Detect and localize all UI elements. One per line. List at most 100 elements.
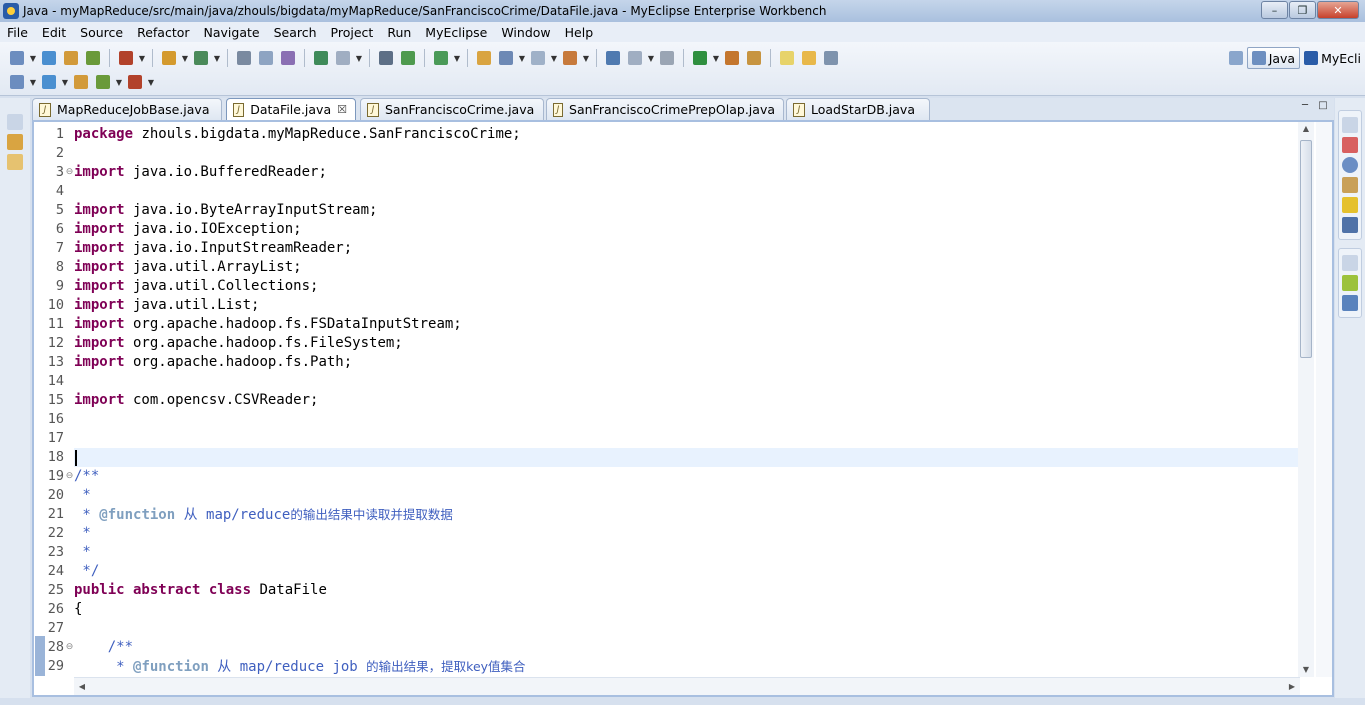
scroll-up-icon[interactable]: ▲: [1298, 122, 1314, 136]
menu-project[interactable]: Project: [324, 25, 381, 40]
menu-myeclipse[interactable]: MyEclipse: [418, 25, 494, 40]
dropdown-arrow-icon[interactable]: ▼: [212, 54, 222, 63]
forward-icon[interactable]: [124, 71, 146, 93]
show-whitespace-icon[interactable]: [820, 47, 842, 69]
dropdown-arrow-icon[interactable]: ▼: [646, 54, 656, 63]
dropdown-arrow-icon[interactable]: ▼: [137, 54, 147, 63]
new-project-icon[interactable]: [375, 47, 397, 69]
dropdown-arrow-icon[interactable]: ▼: [581, 54, 591, 63]
close-tab-icon[interactable]: ☒: [337, 103, 347, 116]
scroll-right-icon[interactable]: ▶: [1284, 678, 1300, 696]
dropdown-arrow-icon[interactable]: ▼: [452, 54, 462, 63]
restore-view-icon[interactable]: [7, 114, 23, 130]
open-folder-icon[interactable]: [656, 47, 678, 69]
run-server-icon[interactable]: [255, 47, 277, 69]
menu-navigate[interactable]: Navigate: [197, 25, 267, 40]
menu-refactor[interactable]: Refactor: [130, 25, 196, 40]
save-all-icon[interactable]: [60, 47, 82, 69]
prev-annotation-icon[interactable]: [38, 71, 60, 93]
code-text-area[interactable]: package zhouls.bigdata.myMapReduce.SanFr…: [74, 122, 1302, 677]
debug-icon[interactable]: [473, 47, 495, 69]
fold-toggle-icon[interactable]: ⊖: [65, 163, 74, 182]
new-wizard-icon[interactable]: [6, 47, 28, 69]
edit-icon[interactable]: [689, 47, 711, 69]
refresh-icon[interactable]: [624, 47, 646, 69]
tab-mapreducejobbase[interactable]: J MapReduceJobBase.java: [32, 98, 222, 120]
web-browser-icon[interactable]: [277, 47, 299, 69]
menu-source[interactable]: Source: [73, 25, 130, 40]
open-perspective-icon[interactable]: [1225, 47, 1247, 69]
maximize-editor-icon[interactable]: □: [1316, 100, 1330, 112]
open-type-icon[interactable]: [158, 47, 180, 69]
dropdown-arrow-icon[interactable]: ▼: [114, 78, 124, 87]
run-icon[interactable]: [495, 47, 517, 69]
close-button[interactable]: ✕: [1317, 1, 1359, 19]
deploy-icon[interactable]: [233, 47, 255, 69]
fold-toggle-icon[interactable]: ⊖: [65, 638, 74, 657]
menu-edit[interactable]: Edit: [35, 25, 73, 40]
forward-nav-icon[interactable]: [332, 47, 354, 69]
save-icon[interactable]: [38, 47, 60, 69]
dropdown-arrow-icon[interactable]: ▼: [180, 54, 190, 63]
toggle-mark-icon[interactable]: [743, 47, 765, 69]
code-editor[interactable]: 1 2 3 ⊖ 4 5 6 7 8 9 10 11 12 13 14 15 16 17 18 19 ⊖ 20 21 22 23 2…: [32, 120, 1334, 697]
scroll-down-icon[interactable]: ▼: [1298, 663, 1314, 677]
myeclipse-perspective-button[interactable]: MyEcli: [1300, 47, 1365, 69]
vertical-scroll-thumb[interactable]: [1300, 140, 1312, 358]
highlight-icon[interactable]: [776, 47, 798, 69]
external-tools-icon[interactable]: [559, 47, 581, 69]
minimize-editor-icon[interactable]: ─: [1298, 100, 1312, 112]
restore-view-icon[interactable]: [1342, 255, 1358, 271]
restore-view-icon[interactable]: [1342, 117, 1358, 133]
coverage-icon[interactable]: [527, 47, 549, 69]
last-edit-icon[interactable]: [70, 71, 92, 93]
dropdown-arrow-icon[interactable]: ▼: [60, 78, 70, 87]
back-nav-icon[interactable]: [310, 47, 332, 69]
declaration-icon[interactable]: [1342, 177, 1358, 193]
menu-window[interactable]: Window: [494, 25, 557, 40]
scroll-left-icon[interactable]: ◀: [74, 678, 90, 696]
dropdown-arrow-icon[interactable]: ▼: [549, 54, 559, 63]
line-number: 12: [47, 335, 64, 351]
java-perspective-button[interactable]: Java: [1246, 47, 1301, 69]
menu-file[interactable]: File: [0, 25, 35, 40]
minimize-button[interactable]: –: [1261, 1, 1288, 19]
tab-sanfranciscocrimeprepolap[interactable]: J SanFranciscoCrimePrepOlap.java: [546, 98, 784, 120]
print-icon[interactable]: [82, 47, 104, 69]
tab-sanfranciscocrime[interactable]: J SanFranciscoCrime.java: [360, 98, 544, 120]
dropdown-arrow-icon[interactable]: ▼: [146, 78, 156, 87]
open-package-icon[interactable]: [721, 47, 743, 69]
dropdown-arrow-icon[interactable]: ▼: [28, 54, 38, 63]
menu-run[interactable]: Run: [380, 25, 418, 40]
servers-icon[interactable]: [1342, 197, 1358, 213]
image-icon[interactable]: [430, 47, 452, 69]
horizontal-scrollbar[interactable]: ◀ ▶: [74, 677, 1300, 695]
new-class-icon[interactable]: [602, 47, 624, 69]
maximize-button[interactable]: ❐: [1289, 1, 1316, 19]
back-icon[interactable]: [92, 71, 114, 93]
menu-search[interactable]: Search: [267, 25, 324, 40]
problems-icon[interactable]: [1342, 137, 1358, 153]
dropdown-arrow-icon[interactable]: ▼: [517, 54, 527, 63]
tab-datafile[interactable]: J DataFile.java ☒: [226, 98, 356, 120]
fold-toggle-icon[interactable]: ⊖: [65, 467, 74, 486]
dropdown-arrow-icon[interactable]: ▼: [28, 78, 38, 87]
dropdown-arrow-icon[interactable]: ▼: [354, 54, 364, 63]
outline-leaf-icon[interactable]: [1342, 275, 1358, 291]
block-select-icon[interactable]: [798, 47, 820, 69]
open-web-icon[interactable]: [397, 47, 419, 69]
outline-tree-icon[interactable]: [1342, 295, 1358, 311]
vertical-scrollbar[interactable]: ▲ ▼: [1298, 122, 1314, 677]
tab-loadstardb[interactable]: J LoadStarDB.java: [786, 98, 930, 120]
javadoc-icon[interactable]: [1342, 157, 1358, 173]
keyword: import: [74, 164, 125, 180]
new-server-icon[interactable]: [115, 47, 137, 69]
menu-help[interactable]: Help: [558, 25, 601, 40]
console-icon[interactable]: [1342, 217, 1358, 233]
package-explorer-icon[interactable]: [7, 134, 23, 150]
toolbar-separator: [424, 49, 425, 67]
next-annotation-icon[interactable]: [6, 71, 28, 93]
dropdown-arrow-icon[interactable]: ▼: [711, 54, 721, 63]
hierarchy-icon[interactable]: [7, 154, 23, 170]
search-icon[interactable]: [190, 47, 212, 69]
